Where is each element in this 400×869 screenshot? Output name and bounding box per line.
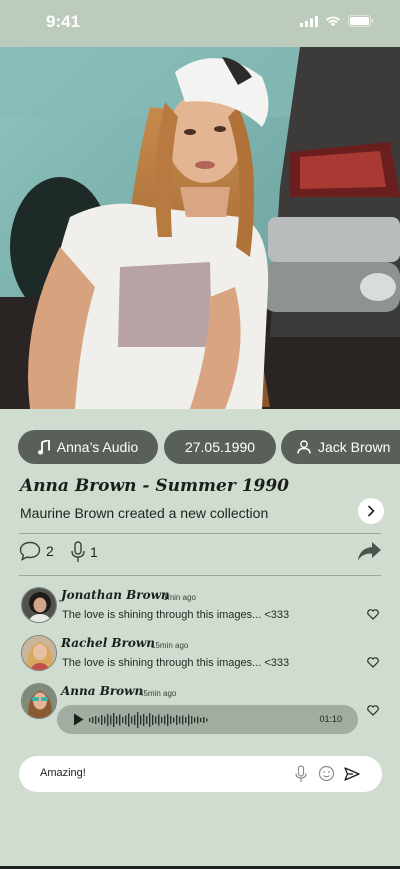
comments-action[interactable]: 2 bbox=[19, 541, 54, 561]
chip-date[interactable]: 27.05.1990 bbox=[164, 430, 276, 464]
hero-photo[interactable] bbox=[0, 47, 400, 409]
comment-composer bbox=[19, 756, 382, 792]
chip-user-label: Jack Brown bbox=[318, 439, 391, 455]
heart-icon[interactable] bbox=[367, 609, 379, 620]
comment-text: The love is shining through this images.… bbox=[62, 657, 290, 669]
comment-item: Jonathan Brown 1min ago The love is shin… bbox=[21, 587, 381, 627]
next-button[interactable] bbox=[358, 498, 384, 524]
chip-user[interactable]: Jack Brown bbox=[281, 430, 400, 464]
comment-time: 1min ago bbox=[163, 593, 196, 602]
microphone-icon[interactable] bbox=[295, 765, 307, 783]
share-button[interactable] bbox=[357, 541, 382, 561]
comment-author: Jonathan Brown bbox=[61, 588, 170, 602]
divider-bottom bbox=[19, 575, 381, 576]
comment-time: 45min ago bbox=[139, 689, 177, 698]
send-icon[interactable] bbox=[344, 767, 360, 781]
heart-icon[interactable] bbox=[367, 657, 379, 668]
user-icon bbox=[297, 440, 311, 454]
signal-icon bbox=[300, 15, 318, 27]
comment-author: Anna Brown bbox=[61, 684, 144, 698]
battery-icon bbox=[348, 15, 374, 27]
play-icon[interactable] bbox=[73, 713, 84, 726]
avatar[interactable] bbox=[21, 635, 57, 671]
post-subtitle: Maurine Brown created a new collection bbox=[20, 505, 269, 521]
comment-bubble-icon bbox=[19, 541, 41, 561]
status-time: 9:41 bbox=[46, 12, 81, 31]
chevron-right-icon bbox=[367, 505, 375, 517]
wifi-icon bbox=[326, 16, 340, 27]
status-bar: 9:41 bbox=[0, 0, 400, 47]
comment-time: 15min ago bbox=[151, 641, 189, 650]
music-note-icon bbox=[37, 439, 50, 454]
chip-date-label: 27.05.1990 bbox=[184, 439, 256, 455]
divider-top bbox=[19, 533, 381, 534]
post-actions: 2 1 bbox=[19, 541, 383, 567]
status-icons bbox=[300, 15, 374, 27]
emoji-icon[interactable] bbox=[318, 765, 335, 782]
audio-count: 1 bbox=[90, 544, 98, 560]
share-arrow-icon bbox=[358, 542, 381, 561]
comment-count: 2 bbox=[46, 543, 54, 559]
avatar[interactable] bbox=[21, 587, 57, 623]
heart-icon[interactable] bbox=[367, 705, 379, 716]
microphone-icon bbox=[71, 541, 85, 562]
comment-text: The love is shining through this images.… bbox=[62, 609, 290, 621]
comment-input[interactable] bbox=[40, 767, 280, 779]
audio-duration: 01:10 bbox=[319, 714, 342, 724]
audio-message-player[interactable]: 01:10 bbox=[57, 705, 358, 734]
comment-author: Rachel Brown bbox=[61, 636, 155, 650]
post-title: Anna Brown - Summer 1990 bbox=[20, 476, 290, 496]
chip-audio[interactable]: Anna’s Audio bbox=[18, 430, 158, 464]
avatar[interactable] bbox=[21, 683, 57, 719]
waveform-icon[interactable] bbox=[89, 710, 209, 730]
comment-item: Rachel Brown 15min ago The love is shini… bbox=[21, 635, 381, 675]
audio-action[interactable]: 1 bbox=[71, 541, 98, 563]
chip-audio-label: Anna’s Audio bbox=[56, 439, 139, 455]
